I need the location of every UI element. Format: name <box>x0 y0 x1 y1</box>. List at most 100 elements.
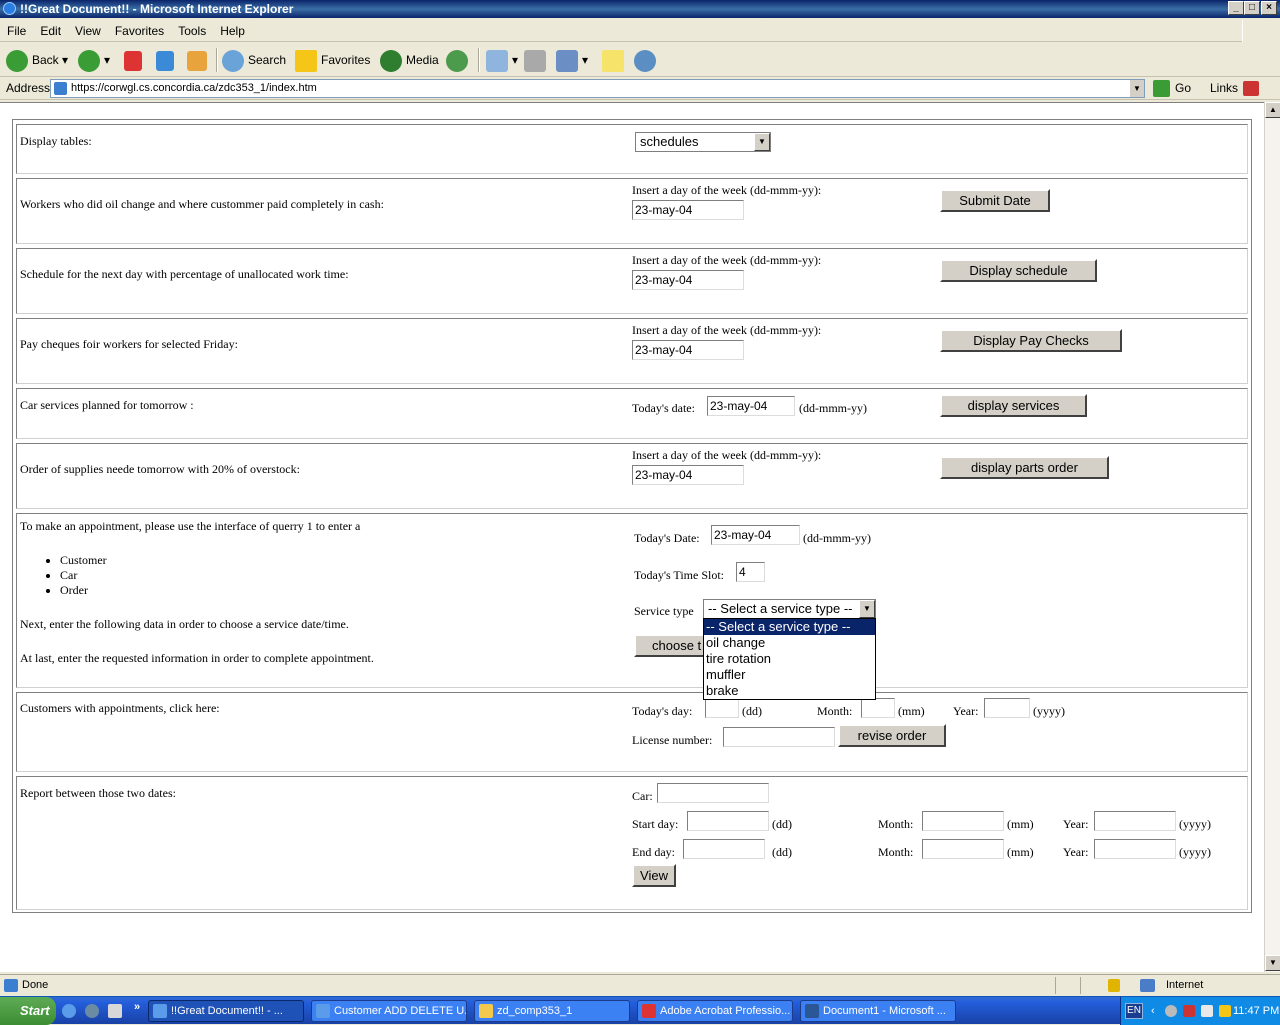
back-arrow-icon <box>6 49 28 72</box>
service-type-dropdown-list[interactable]: -- Select a service type -- oil change t… <box>703 618 876 700</box>
end-year-input[interactable] <box>1094 839 1176 859</box>
row-paycheques: Pay cheques foir workers for selected Fr… <box>16 318 1248 384</box>
quicklaunch-netscape-icon[interactable] <box>85 1004 99 1018</box>
menu-favorites[interactable]: Favorites <box>108 20 171 42</box>
submit-date-button[interactable]: Submit Date <box>940 189 1050 212</box>
edit-button[interactable]: ▾ <box>556 47 588 73</box>
row-display-tables: Display tables: schedules ▼ <box>16 124 1248 174</box>
search-button[interactable]: Search <box>222 47 286 73</box>
menu-edit[interactable]: Edit <box>33 20 68 42</box>
start-button[interactable]: Start <box>0 997 56 1025</box>
scroll-up-icon[interactable]: ▲ <box>1265 102 1280 118</box>
quicklaunch-ie-icon[interactable] <box>62 1004 76 1018</box>
service-type-select[interactable]: -- Select a service type -- ▼ <box>703 599 876 619</box>
license-input[interactable] <box>723 727 835 747</box>
paycheques-date-input[interactable]: 23-may-04 <box>632 340 744 360</box>
media-button[interactable]: Media <box>380 47 439 73</box>
go-arrow-icon[interactable] <box>1153 80 1170 97</box>
month-input[interactable] <box>861 698 895 718</box>
appointment-date-label: Today's Date: <box>634 531 700 545</box>
task-great-document[interactable]: !!Great Document!! - ... <box>148 1000 304 1022</box>
view-button[interactable]: View <box>632 864 676 887</box>
print-icon <box>524 49 546 72</box>
menu-tools[interactable]: Tools <box>171 20 213 42</box>
messenger-button[interactable] <box>634 47 660 73</box>
mail-icon <box>486 49 508 72</box>
menu-file[interactable]: File <box>0 20 33 42</box>
quicklaunch-mail-icon[interactable] <box>108 1004 122 1018</box>
supplies-date-input[interactable]: 23-may-04 <box>632 465 744 485</box>
menu-view[interactable]: View <box>68 20 108 42</box>
tray-expand-icon[interactable]: ‹ <box>1151 997 1155 1025</box>
close-button[interactable]: × <box>1261 1 1277 15</box>
service-option[interactable]: -- Select a service type -- <box>704 619 875 635</box>
day-label: Today's day: <box>632 704 693 718</box>
appointment-date-input[interactable]: 23-may-04 <box>711 525 800 545</box>
quicklaunch-more-icon[interactable]: » <box>134 1001 140 1013</box>
edit-icon <box>556 49 578 72</box>
tray-icon[interactable] <box>1219 1005 1231 1017</box>
address-bar: Address https://corwgl.cs.concordia.ca/z… <box>0 78 1280 100</box>
forward-button[interactable]: ▾ <box>78 47 110 73</box>
schedule-date-input[interactable]: 23-may-04 <box>632 270 744 290</box>
service-option[interactable]: tire rotation <box>704 651 875 667</box>
month-label: Month: <box>817 704 853 718</box>
day-suffix: (dd) <box>742 704 762 718</box>
mail-button[interactable]: ▾ <box>486 47 518 73</box>
maximize-button[interactable]: □ <box>1244 1 1260 15</box>
links-button[interactable]: Links <box>1210 81 1238 95</box>
car-input[interactable] <box>657 783 769 803</box>
start-day-input[interactable] <box>687 811 769 831</box>
task-word-document[interactable]: Document1 - Microsoft ... <box>800 1000 956 1022</box>
language-indicator[interactable]: EN <box>1125 1003 1143 1019</box>
row-oil-change: Workers who did oil change and where cus… <box>16 178 1248 244</box>
time-slot-input[interactable]: 4 <box>736 562 765 582</box>
end-month-input[interactable] <box>922 839 1004 859</box>
task-customer-add-delete[interactable]: Customer ADD DELETE U... <box>311 1000 467 1022</box>
oil-change-prompt: Insert a day of the week (dd-mmm-yy): <box>632 183 822 197</box>
tray-icon[interactable] <box>1183 1005 1195 1017</box>
page-done-icon <box>4 979 18 992</box>
display-tables-select[interactable]: schedules ▼ <box>635 132 771 152</box>
taskbar: Start » !!Great Document!! - ... Custome… <box>0 996 1280 1025</box>
minimize-button[interactable]: _ <box>1228 1 1244 15</box>
back-button[interactable]: Back ▾ <box>6 47 68 73</box>
revise-order-button[interactable]: revise order <box>838 724 946 747</box>
service-option[interactable]: oil change <box>704 635 875 651</box>
start-year-input[interactable] <box>1094 811 1176 831</box>
addon-icon[interactable] <box>1243 81 1259 96</box>
discuss-button[interactable] <box>602 47 628 73</box>
car-services-date-input[interactable]: 23-may-04 <box>707 396 795 416</box>
windows-logo-icon <box>1242 20 1280 42</box>
display-parts-order-button[interactable]: display parts order <box>940 456 1109 479</box>
oil-change-date-input[interactable]: 23-may-04 <box>632 200 744 220</box>
display-services-button[interactable]: display services <box>940 394 1087 417</box>
favorites-button[interactable]: Favorites <box>295 47 370 73</box>
display-pay-checks-button[interactable]: Display Pay Checks <box>940 329 1122 352</box>
tray-icon[interactable] <box>1165 1005 1177 1017</box>
display-tables-label: Display tables: <box>20 134 92 148</box>
vertical-scrollbar[interactable]: ▲ ▼ <box>1264 102 1280 972</box>
address-dropdown-icon[interactable]: ▼ <box>1129 80 1144 97</box>
service-option[interactable]: muffler <box>704 667 875 683</box>
history-button[interactable] <box>446 47 472 73</box>
refresh-icon <box>156 50 174 71</box>
stop-button[interactable] <box>124 47 146 73</box>
address-input[interactable]: https://corwgl.cs.concordia.ca/zdc353_1/… <box>50 79 1145 98</box>
task-zd-comp353[interactable]: zd_comp353_1 <box>474 1000 630 1022</box>
display-schedule-button[interactable]: Display schedule <box>940 259 1097 282</box>
refresh-button[interactable] <box>156 47 178 73</box>
go-button[interactable]: Go <box>1175 81 1191 95</box>
print-button[interactable] <box>524 47 550 73</box>
year-input[interactable] <box>984 698 1030 718</box>
task-adobe-acrobat[interactable]: Adobe Acrobat Professio... <box>637 1000 793 1022</box>
license-label: License number: <box>632 733 713 747</box>
start-month-input[interactable] <box>922 811 1004 831</box>
menu-help[interactable]: Help <box>213 20 252 42</box>
scroll-down-icon[interactable]: ▼ <box>1265 955 1280 971</box>
end-day-input[interactable] <box>683 839 765 859</box>
day-input[interactable] <box>705 698 739 718</box>
tray-icon[interactable] <box>1201 1005 1213 1017</box>
home-button[interactable] <box>187 47 211 73</box>
service-option[interactable]: brake <box>704 683 875 699</box>
